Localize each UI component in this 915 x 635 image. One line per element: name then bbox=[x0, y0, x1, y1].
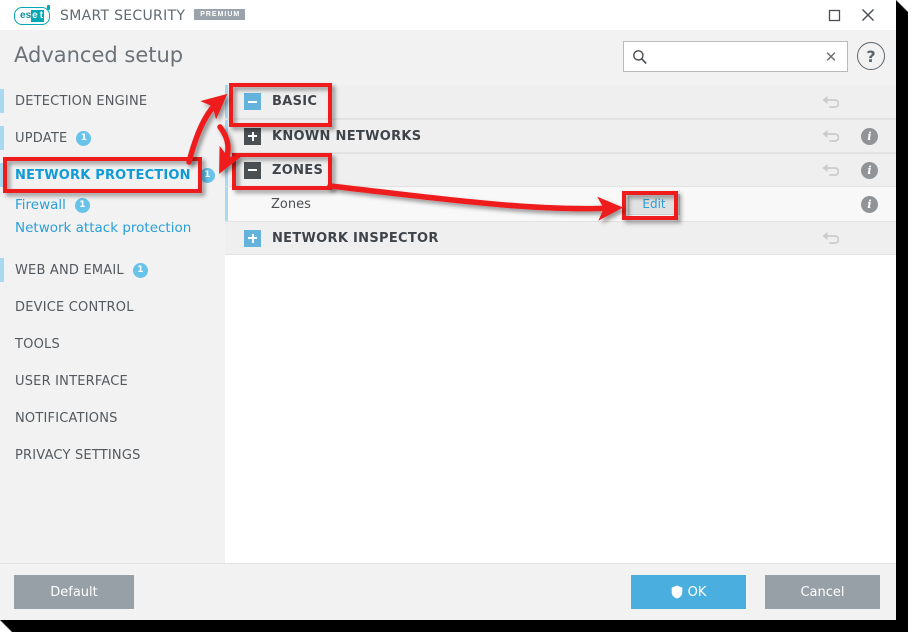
sidebar-item-label: TOOLS bbox=[15, 336, 60, 352]
sidebar-item-label: Network attack protection bbox=[15, 220, 192, 236]
search-box[interactable]: ✕ bbox=[623, 41, 848, 72]
sidebar-item-label: NOTIFICATIONS bbox=[15, 410, 118, 426]
page-title: Advanced setup bbox=[14, 43, 184, 67]
eset-logo-icon: eset bbox=[14, 5, 51, 25]
sidebar-item-tools[interactable]: TOOLS bbox=[0, 332, 225, 356]
ok-button-label: OK bbox=[687, 584, 707, 600]
settings-row-label: KNOWN NETWORKS bbox=[272, 128, 422, 144]
screenshot-root: eset SMART SECURITY PREMIUM Advanced set… bbox=[0, 0, 915, 635]
sidebar-item-user-interface[interactable]: USER INTERFACE bbox=[0, 369, 225, 393]
shield-icon bbox=[671, 585, 682, 599]
expand-toggle-known-networks[interactable] bbox=[244, 127, 261, 145]
page-header: Advanced setup ✕ ? bbox=[0, 30, 896, 85]
sidebar-item-label: USER INTERFACE bbox=[15, 373, 128, 389]
sidebar-item-firewall[interactable]: Firewall 1 bbox=[0, 193, 225, 217]
nav-accent-bar bbox=[0, 369, 4, 393]
nav-accent-bar bbox=[0, 193, 4, 217]
revert-icon[interactable] bbox=[821, 161, 839, 179]
sidebar-item-web-and-email[interactable]: WEB AND EMAIL 1 bbox=[0, 258, 225, 282]
ok-button[interactable]: OK bbox=[631, 575, 746, 609]
nav-accent-bar bbox=[0, 126, 4, 150]
nav-accent-bar bbox=[0, 332, 4, 356]
sidebar-item-privacy-settings[interactable]: PRIVACY SETTINGS bbox=[0, 443, 225, 467]
info-icon[interactable]: i bbox=[861, 195, 878, 213]
revert-icon[interactable] bbox=[821, 229, 839, 247]
sidebar-item-label: UPDATE bbox=[15, 130, 68, 146]
close-button[interactable] bbox=[846, 0, 890, 30]
window-shadow-corner-tr bbox=[896, 0, 908, 12]
settings-row-label: NETWORK INSPECTOR bbox=[272, 230, 439, 246]
nav-accent-bar bbox=[0, 258, 4, 282]
settings-row-basic[interactable]: BASIC bbox=[225, 85, 896, 119]
sidebar-item-network-attack-protection[interactable]: Network attack protection bbox=[0, 216, 225, 240]
row-accent-bar bbox=[225, 154, 228, 186]
row-accent-bar bbox=[225, 120, 228, 152]
nav-accent-bar bbox=[0, 295, 4, 319]
window-shadow-corner-bl bbox=[0, 620, 12, 632]
edit-button[interactable]: Edit bbox=[628, 193, 680, 215]
settings-row-network-inspector[interactable]: NETWORK INSPECTOR bbox=[225, 221, 896, 255]
row-accent-bar bbox=[225, 187, 228, 221]
collapse-toggle-zones[interactable] bbox=[244, 161, 261, 179]
help-button[interactable]: ? bbox=[857, 42, 885, 70]
status-badge: 1 bbox=[199, 167, 215, 183]
window-shadow-bottom bbox=[10, 620, 908, 632]
window-shadow-right bbox=[896, 10, 908, 626]
nav-accent-bar bbox=[0, 216, 4, 240]
edition-badge: PREMIUM bbox=[194, 8, 246, 20]
sidebar-item-label: PRIVACY SETTINGS bbox=[15, 447, 141, 463]
sidebar-item-notifications[interactable]: NOTIFICATIONS bbox=[0, 406, 225, 430]
title-bar: eset SMART SECURITY PREMIUM bbox=[0, 0, 896, 30]
app-window: eset SMART SECURITY PREMIUM Advanced set… bbox=[0, 0, 896, 620]
search-icon bbox=[633, 50, 647, 65]
settings-row-label: Zones bbox=[271, 196, 311, 212]
sidebar-item-label: DEVICE CONTROL bbox=[15, 299, 134, 315]
nav-accent-bar bbox=[0, 163, 4, 187]
expand-toggle-network-inspector[interactable] bbox=[244, 229, 261, 247]
close-icon bbox=[862, 9, 874, 21]
sidebar-item-network-protection[interactable]: NETWORK PROTECTION 1 bbox=[0, 163, 225, 187]
settings-row-zones[interactable]: ZONES i bbox=[225, 153, 896, 187]
sidebar-nav: DETECTION ENGINE UPDATE 1 NETWORK PROTEC… bbox=[0, 85, 225, 563]
settings-panel: BASIC KNOWN NETWORKS i ZONES i Zones Edi… bbox=[225, 85, 896, 563]
sidebar-item-label: DETECTION ENGINE bbox=[15, 93, 148, 109]
nav-accent-bar bbox=[0, 406, 4, 430]
sidebar-item-device-control[interactable]: DEVICE CONTROL bbox=[0, 295, 225, 319]
sidebar-item-detection-engine[interactable]: DETECTION ENGINE bbox=[0, 89, 225, 113]
status-badge: 1 bbox=[74, 197, 90, 213]
info-icon[interactable]: i bbox=[861, 161, 878, 179]
sidebar-item-label: NETWORK PROTECTION bbox=[15, 167, 191, 183]
collapse-toggle-basic[interactable] bbox=[244, 93, 261, 110]
nav-accent-bar bbox=[0, 443, 4, 467]
status-badge: 1 bbox=[132, 262, 148, 278]
dialog-footer: Default OK Cancel bbox=[0, 563, 896, 620]
sidebar-item-label: WEB AND EMAIL bbox=[15, 262, 124, 278]
search-input[interactable] bbox=[654, 46, 818, 69]
cancel-button[interactable]: Cancel bbox=[765, 575, 880, 609]
row-accent-bar bbox=[225, 85, 228, 118]
revert-icon[interactable] bbox=[821, 93, 839, 111]
brand-logo: eset SMART SECURITY PREMIUM bbox=[14, 5, 246, 25]
product-name: SMART SECURITY bbox=[60, 8, 186, 24]
status-badge: 1 bbox=[76, 130, 92, 146]
settings-row-label: ZONES bbox=[272, 162, 324, 178]
nav-accent-bar bbox=[0, 89, 4, 113]
sidebar-item-update[interactable]: UPDATE 1 bbox=[0, 126, 225, 150]
revert-icon[interactable] bbox=[821, 127, 839, 145]
maximize-icon bbox=[828, 9, 840, 21]
search-clear-button[interactable]: ✕ bbox=[821, 46, 841, 67]
settings-row-label: BASIC bbox=[272, 94, 318, 109]
settings-row-known-networks[interactable]: KNOWN NETWORKS i bbox=[225, 119, 896, 153]
sidebar-item-label: Firewall bbox=[15, 197, 66, 213]
info-icon[interactable]: i bbox=[861, 127, 878, 145]
default-button[interactable]: Default bbox=[14, 575, 134, 609]
settings-row-zones-entry: Zones Edit i bbox=[225, 187, 896, 221]
